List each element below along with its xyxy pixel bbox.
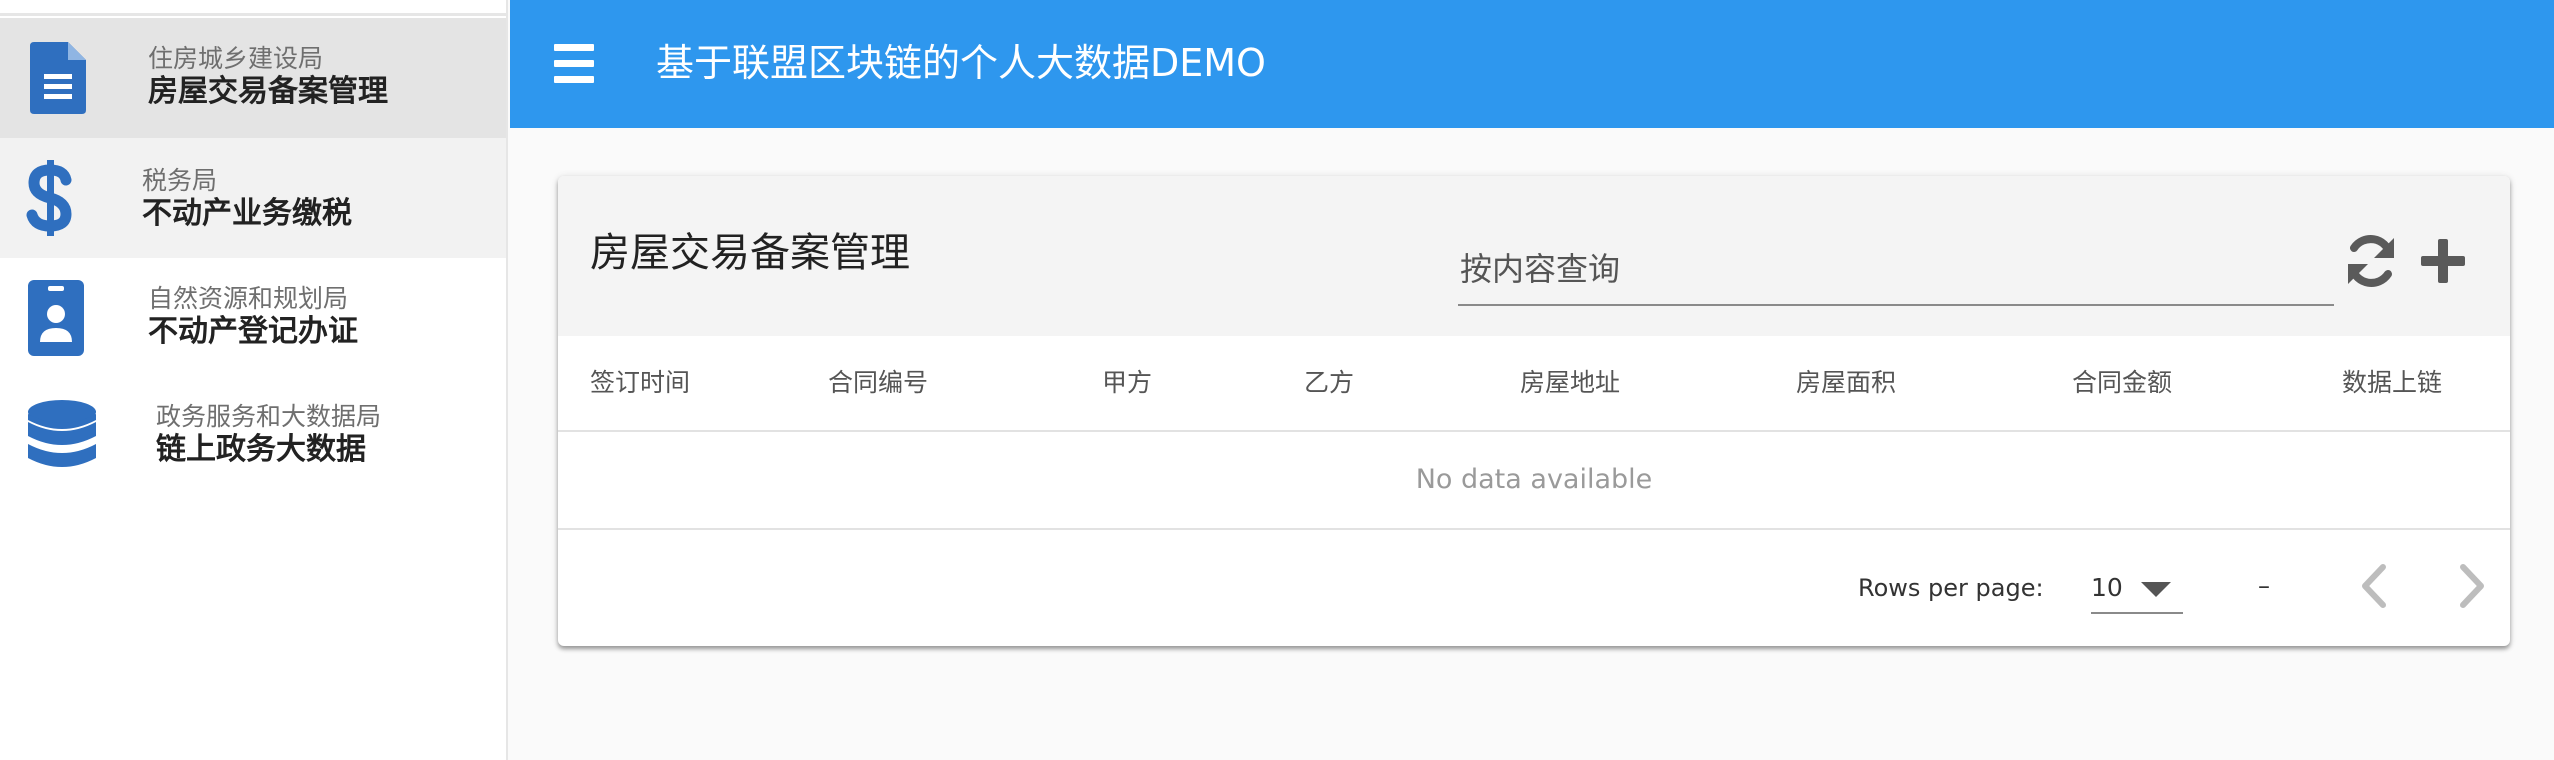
caret-down-icon [2141, 582, 2171, 597]
database-icon [26, 378, 98, 498]
refresh-icon [2348, 235, 2394, 287]
add-button[interactable] [2408, 226, 2478, 296]
column-header-address[interactable]: 房屋地址 [1520, 366, 1620, 400]
menu-icon-bar [554, 76, 594, 83]
app-bar: 基于联盟区块链的个人大数据DEMO [510, 0, 2554, 128]
sidebar-item-housing-record[interactable]: 住房城乡建设局 房屋交易备案管理 [0, 18, 506, 138]
page-range-text: – [2258, 572, 2270, 600]
sidebar-item-label: 不动产登记办证 [148, 314, 358, 349]
records-card: 房屋交易备案管理 签订时间 合同编号 甲方 乙方 房屋地址 房屋面积 合同金额 … [558, 176, 2510, 646]
column-header-party-a[interactable]: 甲方 [1102, 366, 1152, 400]
sidebar: 住房城乡建设局 房屋交易备案管理 税务局 不动产业务缴税 自然资源和规划局 不动… [0, 0, 508, 760]
rows-per-page-value: 10 [2091, 573, 2123, 602]
menu-icon-bar [554, 44, 594, 51]
sidebar-item-sub-label: 税务局 [142, 166, 218, 195]
sidebar-item-label: 不动产业务缴税 [142, 196, 352, 231]
sidebar-item-sub-label: 住房城乡建设局 [148, 44, 324, 73]
column-header-area[interactable]: 房屋面积 [1796, 366, 1896, 400]
next-page-button[interactable] [2442, 556, 2502, 616]
column-header-party-b[interactable]: 乙方 [1304, 366, 1354, 400]
rows-per-page-label: Rows per page: [1858, 574, 2044, 602]
sidebar-item-label: 房屋交易备案管理 [148, 74, 388, 109]
menu-icon-bar [554, 60, 594, 67]
table-row: No data available [558, 432, 2510, 530]
column-header-contract-no[interactable]: 合同编号 [828, 366, 928, 400]
chevron-left-icon [2362, 564, 2386, 608]
sidebar-top-divider [0, 0, 508, 16]
sidebar-item-big-data[interactable]: 政务服务和大数据局 链上政务大数据 [0, 378, 506, 498]
column-header-amount[interactable]: 合同金额 [2072, 366, 2172, 400]
card-title: 房屋交易备案管理 [590, 230, 910, 276]
column-header-sign-date[interactable]: 签订时间 [590, 366, 690, 400]
sidebar-item-label: 链上政务大数据 [156, 432, 366, 467]
sidebar-item-real-estate-registration[interactable]: 自然资源和规划局 不动产登记办证 [0, 258, 506, 378]
refresh-button[interactable] [2336, 226, 2406, 296]
search-field [1458, 232, 2334, 306]
sidebar-item-sub-label: 自然资源和规划局 [148, 284, 349, 313]
sidebar-item-tax[interactable]: 税务局 不动产业务缴税 [0, 138, 506, 258]
search-input[interactable] [1458, 244, 2322, 294]
menu-button[interactable] [542, 34, 604, 94]
sidebar-item-sub-label: 政务服务和大数据局 [156, 402, 382, 431]
card-header: 房屋交易备案管理 [558, 176, 2510, 336]
id-badge-icon [26, 258, 86, 378]
chevron-right-icon [2460, 564, 2484, 608]
empty-state-text: No data available [1415, 464, 1653, 495]
table-header: 签订时间 合同编号 甲方 乙方 房屋地址 房屋面积 合同金额 数据上链 [558, 336, 2510, 432]
prev-page-button[interactable] [2344, 556, 2404, 616]
plus-icon [2421, 239, 2465, 283]
app-title: 基于联盟区块链的个人大数据DEMO [656, 41, 1266, 85]
rows-per-page-select[interactable]: 10 [2091, 564, 2183, 614]
document-icon [26, 18, 90, 138]
dollar-icon [22, 138, 78, 258]
column-header-on-chain[interactable]: 数据上链 [2342, 366, 2442, 400]
